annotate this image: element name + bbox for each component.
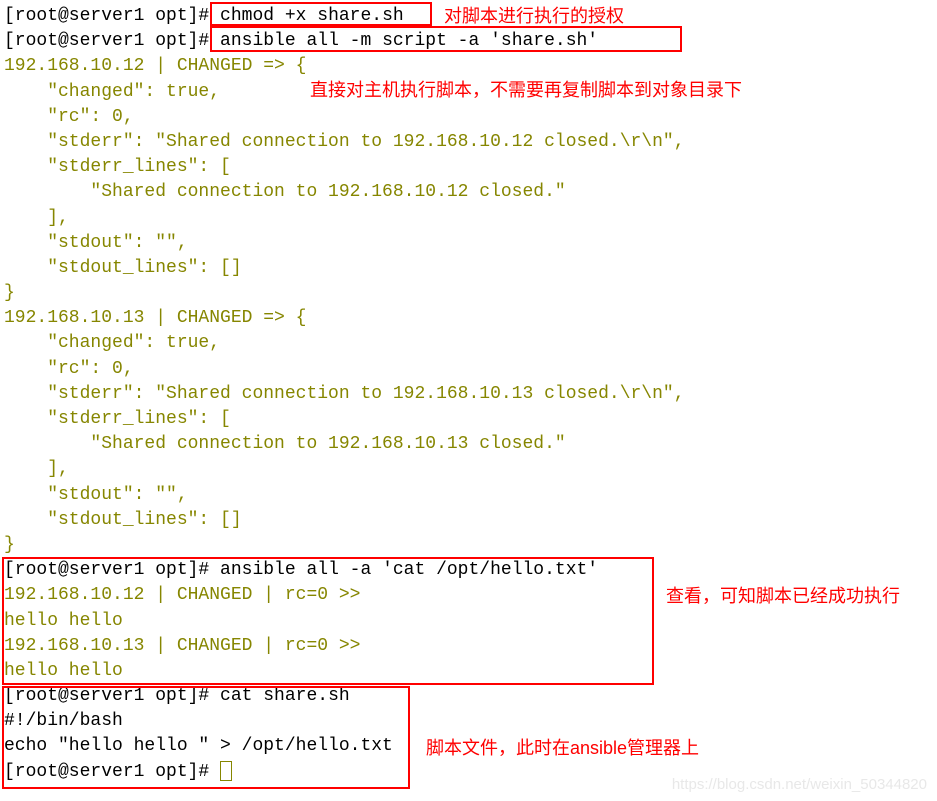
output-line: "stdout": "", [4, 483, 933, 508]
shell-prompt: [root@server1 opt]# [4, 6, 220, 26]
output-line: "changed": true, [4, 331, 933, 356]
watermark-text: https://blog.csdn.net/weixin_50344820 [672, 774, 927, 795]
output-line: "stdout": "", [4, 231, 933, 256]
output-line: "stderr": "Shared connection to 192.168.… [4, 382, 933, 407]
highlight-box-ansible-script [210, 26, 682, 52]
output-line: "Shared connection to 192.168.10.12 clos… [4, 180, 933, 205]
annotation-chmod: 对脚本进行执行的授权 [444, 4, 624, 29]
output-line: "stderr_lines": [ [4, 155, 933, 180]
output-line: "stderr": "Shared connection to 192.168.… [4, 130, 933, 155]
output-line: } [4, 533, 933, 558]
highlight-box-chmod [210, 2, 432, 26]
output-line: 192.168.10.13 | CHANGED => { [4, 306, 933, 331]
output-line: ], [4, 206, 933, 231]
output-line: "rc": 0, [4, 357, 933, 382]
annotation-check: 查看，可知脚本已经成功执行 [666, 584, 900, 609]
output-line: "rc": 0, [4, 105, 933, 130]
highlight-box-share-script [2, 686, 410, 789]
output-line: "stdout_lines": [] [4, 508, 933, 533]
annotation-script: 直接对主机执行脚本，不需要再复制脚本到对象目录下 [310, 78, 742, 103]
output-line: "stderr_lines": [ [4, 407, 933, 432]
output-line: "stdout_lines": [] [4, 256, 933, 281]
shell-prompt: [root@server1 opt]# [4, 31, 220, 51]
output-line: ], [4, 457, 933, 482]
annotation-scriptfile: 脚本文件，此时在ansible管理器上 [426, 736, 699, 761]
output-line: "Shared connection to 192.168.10.13 clos… [4, 432, 933, 457]
highlight-box-cat-output [2, 557, 654, 685]
output-line: 192.168.10.12 | CHANGED => { [4, 54, 933, 79]
output-line: } [4, 281, 933, 306]
